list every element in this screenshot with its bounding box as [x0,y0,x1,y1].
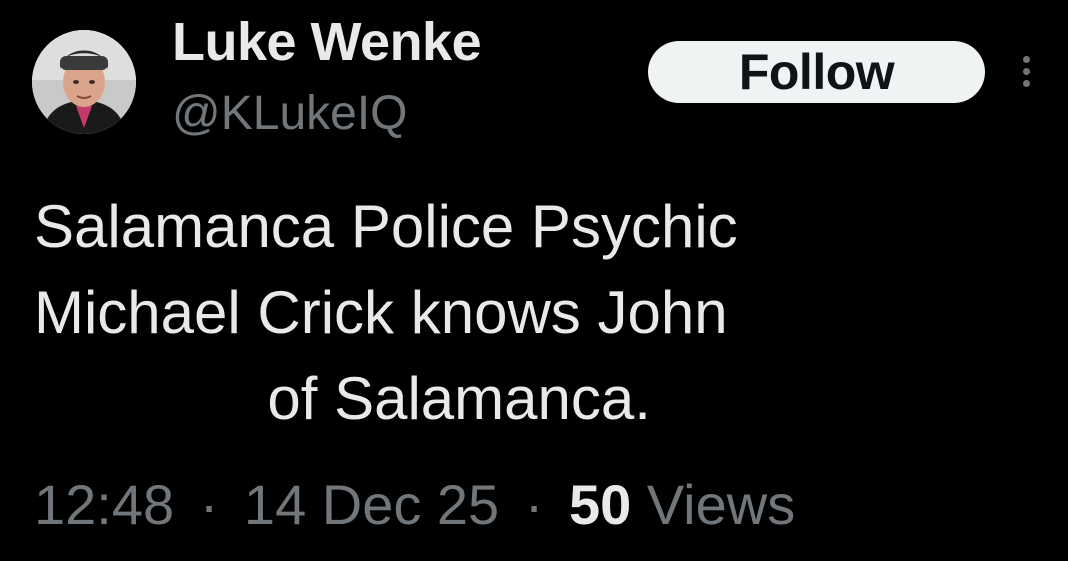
views-count[interactable]: 50 [569,473,631,536]
follow-button[interactable]: Follow [648,41,985,103]
tweet-time[interactable]: 12:48 [34,473,174,536]
tweet-meta: 12:48 · 14 Dec 25 · 50 Views [34,472,795,538]
tweet-text: Salamanca Police Psychic Michael Crick k… [34,193,738,432]
avatar[interactable] [32,30,136,134]
views-label[interactable]: Views [647,473,795,536]
meta-separator: · [524,473,544,536]
more-options-icon[interactable] [1014,54,1038,90]
tweet-date[interactable]: 14 Dec 25 [244,473,499,536]
meta-separator: · [199,473,219,536]
user-handle[interactable]: @KLukeIQ [172,86,408,142]
avatar-image [32,30,136,134]
display-name[interactable]: Luke Wenke [172,12,482,72]
